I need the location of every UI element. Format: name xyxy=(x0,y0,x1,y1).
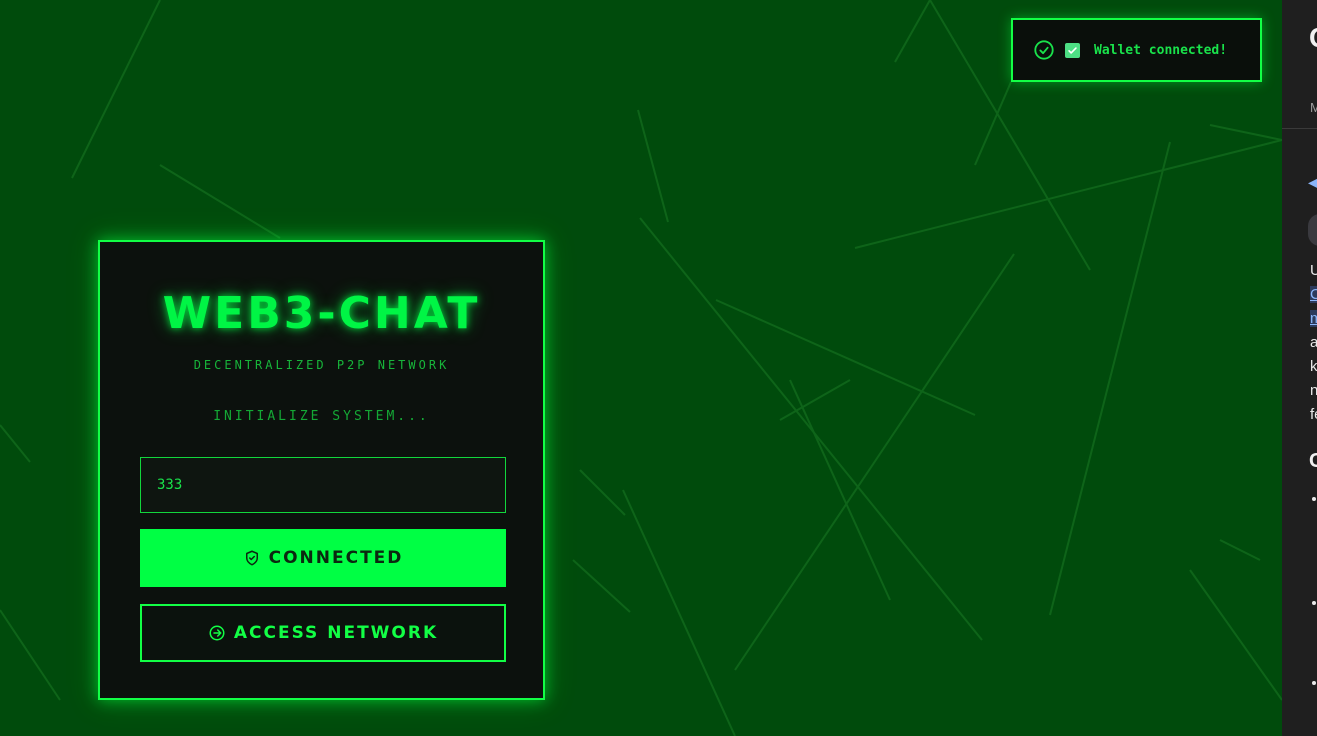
connected-button[interactable]: CONNECTED xyxy=(140,529,506,587)
side-panel: C M ◀ U C m a k n fe C xyxy=(1282,0,1317,736)
connected-button-label: CONNECTED xyxy=(268,548,404,568)
login-card: WEB3-CHAT DECENTRALIZED P2P NETWORK INIT… xyxy=(98,240,545,700)
check-circle-icon xyxy=(1033,39,1055,61)
system-status-text: INITIALIZE SYSTEM... xyxy=(213,409,430,424)
side-panel-heading: C xyxy=(1309,22,1317,54)
bullet-point xyxy=(1312,681,1316,685)
side-panel-link[interactable]: m xyxy=(1310,310,1317,327)
side-panel-divider xyxy=(1282,128,1317,129)
shield-check-icon xyxy=(243,549,261,567)
back-arrow-icon[interactable]: ◀ xyxy=(1308,174,1317,191)
bullet-point xyxy=(1312,601,1316,605)
checkbox-checked-icon xyxy=(1065,42,1080,58)
side-panel-link[interactable]: C xyxy=(1310,286,1317,303)
side-panel-subheading: C xyxy=(1309,450,1317,472)
toast-message: Wallet connected! xyxy=(1094,42,1228,58)
side-panel-chip[interactable] xyxy=(1308,214,1317,246)
access-network-button[interactable]: ACCESS NETWORK xyxy=(140,604,506,662)
side-panel-text-line: n xyxy=(1310,382,1317,399)
arrow-circle-right-icon xyxy=(208,624,226,642)
wallet-toast: Wallet connected! xyxy=(1011,18,1262,82)
page-background: WEB3-CHAT DECENTRALIZED P2P NETWORK INIT… xyxy=(0,0,1317,736)
side-panel-text-line: U xyxy=(1310,262,1317,279)
side-panel-text-line: k xyxy=(1310,358,1317,375)
bullet-point xyxy=(1312,497,1316,501)
app-title: WEB3-CHAT xyxy=(162,288,481,339)
side-panel-text-line: a xyxy=(1310,334,1317,351)
side-panel-subtext: M xyxy=(1310,100,1317,115)
username-input[interactable] xyxy=(140,457,506,513)
side-panel-text-line: fe xyxy=(1310,406,1317,423)
app-subtitle: DECENTRALIZED P2P NETWORK xyxy=(193,358,450,372)
access-network-label: ACCESS NETWORK xyxy=(233,623,439,643)
